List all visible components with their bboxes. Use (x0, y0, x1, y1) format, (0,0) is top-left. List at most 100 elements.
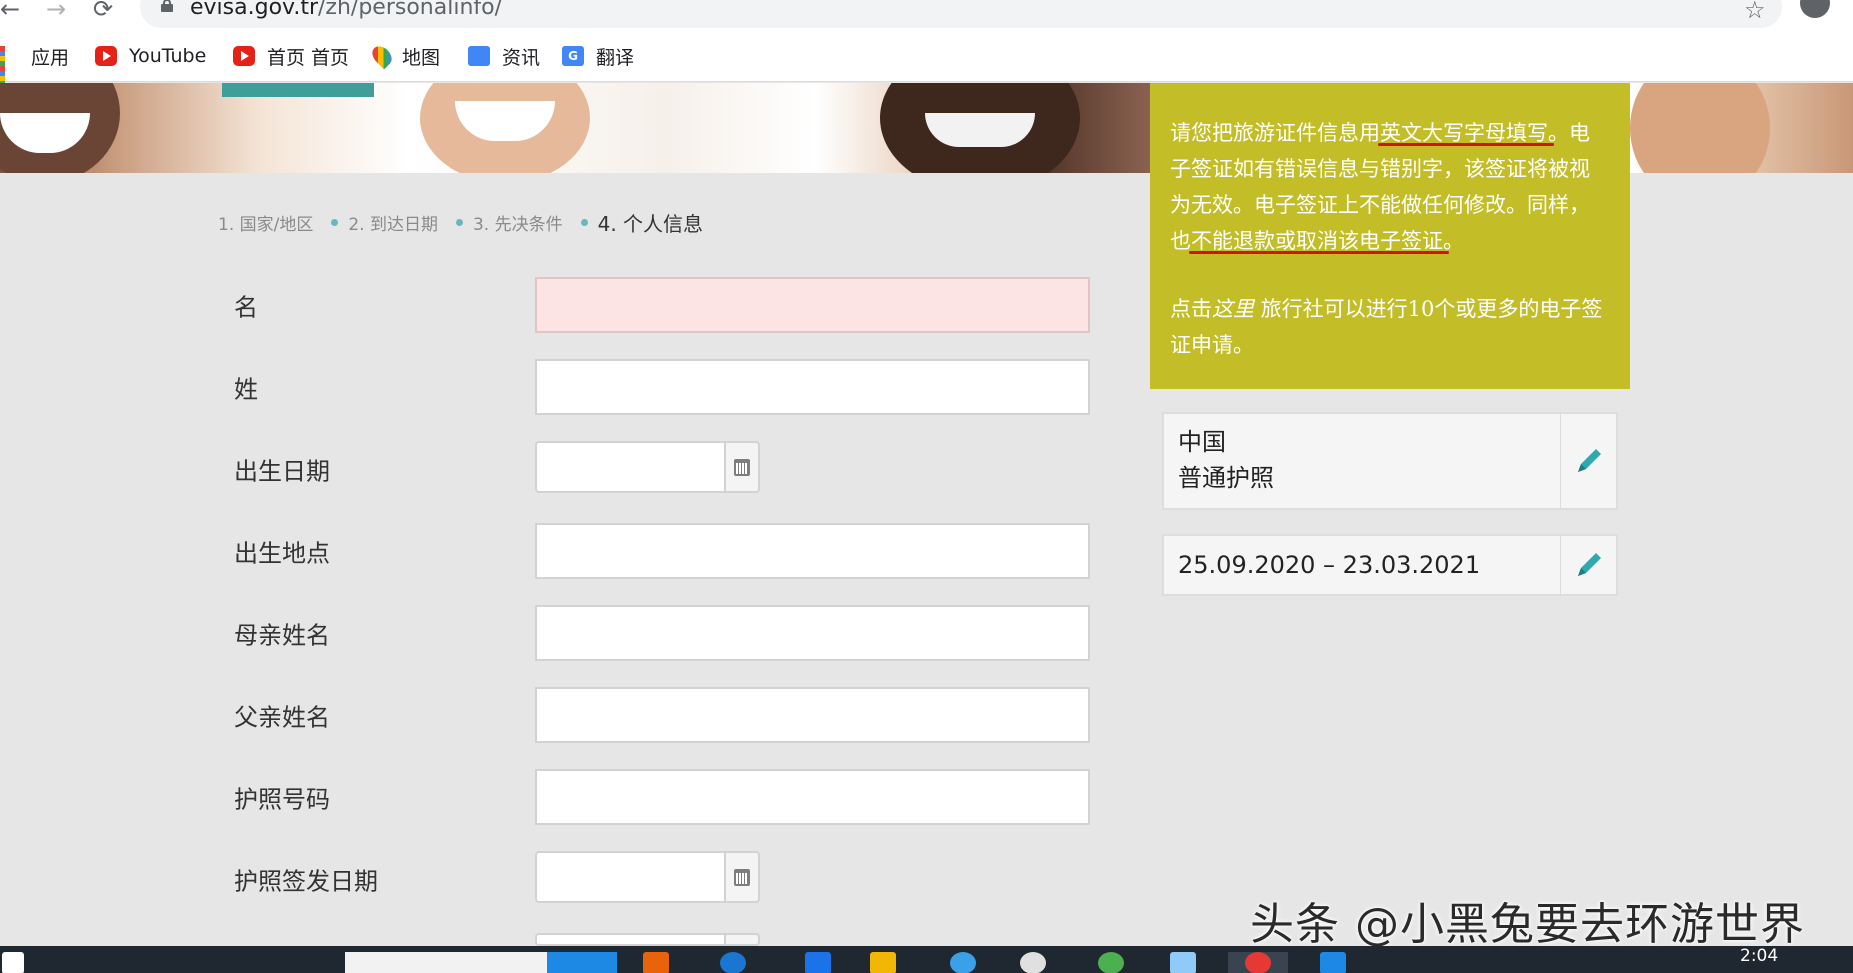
taskbar-app-icon[interactable] (950, 952, 976, 973)
notice-paragraph-agency: 点击这里 旅行社可以进行10个或更多的电子签证申请。 (1170, 291, 1610, 363)
bookmark-label: 地图 (402, 46, 441, 69)
taskbar-active-app[interactable] (547, 952, 617, 973)
step-label: 2. 到达日期 (348, 215, 438, 235)
news-icon (468, 46, 490, 66)
pencil-icon (1577, 449, 1601, 472)
mother-name-label: 母亲姓名 (234, 621, 330, 650)
passport-issue-date-label: 护照签发日期 (234, 867, 378, 896)
birth-date-input[interactable] (535, 441, 725, 493)
passport-number-label: 护照号码 (234, 785, 330, 814)
step-prerequisites[interactable]: 3. 先决条件 (438, 210, 563, 235)
passport-issue-date-input[interactable] (535, 851, 725, 903)
step-country[interactable]: 1. 国家/地区 (218, 210, 313, 235)
father-name-label: 父亲姓名 (234, 703, 330, 732)
notice-underlined-text: 英文大写字母填写 (1380, 121, 1548, 145)
father-name-input[interactable] (535, 687, 1090, 743)
account-avatar-icon[interactable] (1800, 0, 1830, 18)
taskbar-app-icon[interactable] (643, 952, 669, 973)
field-row-given-name: 名 (0, 277, 1100, 333)
taskbar-clock[interactable]: 2:04 (1740, 946, 1778, 966)
chrome-icon (1245, 952, 1271, 973)
bookmark-news[interactable]: 资讯 (468, 44, 541, 69)
url-host: evisa.gov.tr (190, 0, 319, 20)
bookmark-maps[interactable]: 地图 (368, 42, 441, 70)
step-dot-icon (331, 219, 339, 226)
step-personal-info: 4. 个人信息 (563, 208, 703, 237)
watermark-text: 头条 @小黑兔要去环游世界 (1250, 899, 1805, 950)
lock-icon (161, 0, 173, 12)
summary-passport-type: 普通护照 (1178, 464, 1274, 492)
taskbar-app-icon[interactable] (1098, 952, 1124, 973)
bookmark-youtube[interactable]: YouTube (95, 44, 206, 68)
summary-country: 中国 (1178, 428, 1226, 456)
bookmark-home[interactable]: 首页 首页 (233, 44, 349, 69)
bookmark-label: YouTube (129, 45, 207, 67)
passport-number-input[interactable] (535, 769, 1090, 825)
notice-panel: 请您把旅游证件信息用英文大写字母填写。电子签证如有错误信息与错别字，该签证将被视… (1150, 83, 1630, 389)
mother-name-input[interactable] (535, 605, 1090, 661)
step-arrival-date[interactable]: 2. 到达日期 (313, 210, 438, 235)
given-name-input[interactable] (535, 277, 1090, 333)
start-icon[interactable] (2, 952, 24, 973)
step-dot-icon (580, 219, 588, 226)
field-row-passport-number: 护照号码 (0, 769, 1100, 825)
calendar-icon (734, 458, 750, 476)
taskbar-app-icon[interactable] (805, 952, 831, 973)
bookmark-label: 翻译 (596, 46, 635, 69)
birth-place-input[interactable] (535, 523, 1090, 579)
notice-text: 。 (1443, 229, 1464, 253)
surname-input[interactable] (535, 359, 1090, 415)
passport-issue-date-calendar-button[interactable] (724, 851, 760, 903)
url-text[interactable]: evisa.gov.tr/zh/personalinfo/ (190, 0, 502, 19)
taskbar-app-icon[interactable] (1320, 952, 1346, 973)
field-row-birth-place: 出生地点 (0, 523, 1100, 579)
bookmark-label: 应用 (31, 46, 70, 69)
step-label: 3. 先决条件 (472, 215, 563, 235)
youtube-icon (95, 46, 117, 66)
birth-date-calendar-button[interactable] (724, 441, 760, 493)
edit-country-button[interactable] (1560, 414, 1616, 508)
back-arrow-icon[interactable]: ← (0, 0, 20, 21)
bookmarks-bar: 应用 YouTube 首页 首页 地图 资讯 G 翻译 (0, 30, 1853, 91)
given-name-label: 名 (234, 293, 258, 322)
next-calendar-button[interactable] (724, 933, 760, 946)
edit-dates-button[interactable] (1560, 536, 1616, 594)
next-date-input[interactable] (535, 933, 725, 946)
notice-paragraph-warning: 请您把旅游证件信息用英文大写字母填写。电子签证如有错误信息与错别字，该签证将被视… (1170, 115, 1610, 259)
taskbar-app-icon[interactable] (1020, 952, 1046, 973)
field-row-next-partial (0, 933, 1100, 946)
summary-date-range: 25.09.2020 – 23.03.2021 (1178, 551, 1481, 579)
pencil-icon (1577, 553, 1601, 576)
surname-label: 姓 (234, 375, 258, 404)
translate-icon: G (562, 46, 584, 66)
summary-card-country: 中国 普通护照 (1162, 412, 1618, 510)
step-dot-icon (455, 219, 463, 226)
bookmark-star-icon[interactable]: ☆ (1744, 0, 1766, 24)
summary-card-dates: 25.09.2020 – 23.03.2021 (1162, 534, 1618, 596)
step-label: 1. 国家/地区 (218, 215, 314, 235)
folder-icon[interactable] (870, 952, 896, 973)
youtube-icon (233, 46, 255, 66)
bookmark-translate[interactable]: G 翻译 (562, 44, 635, 69)
field-row-passport-issue-date: 护照签发日期 (0, 851, 1100, 907)
notice-text: 请您把旅游证件信息用 (1170, 121, 1380, 145)
birth-place-label: 出生地点 (234, 539, 330, 568)
notice-text: 点击 (1170, 297, 1212, 321)
taskbar-app-icon[interactable] (1170, 952, 1196, 973)
calendar-icon (734, 868, 750, 886)
reload-icon[interactable]: ⟳ (93, 0, 113, 21)
step-label: 4. 个人信息 (597, 212, 704, 236)
forward-arrow-icon[interactable]: → (46, 0, 66, 21)
teal-accent-strip (222, 83, 374, 97)
apps-icon (0, 46, 19, 91)
windows-taskbar: 2:04 (0, 946, 1853, 973)
agency-here-link[interactable]: 这里 (1212, 297, 1254, 321)
taskbar-app-icon[interactable] (720, 952, 746, 973)
field-row-father-name: 父亲姓名 (0, 687, 1100, 743)
bookmark-apps[interactable]: 应用 (0, 44, 70, 91)
bookmark-label: 资讯 (502, 46, 541, 69)
birth-date-label: 出生日期 (234, 457, 330, 486)
field-row-surname: 姓 (0, 359, 1100, 415)
maps-icon (368, 42, 396, 70)
browser-toolbar: ← → ⟳ evisa.gov.tr/zh/personalinfo/ ☆ (0, 0, 1853, 30)
